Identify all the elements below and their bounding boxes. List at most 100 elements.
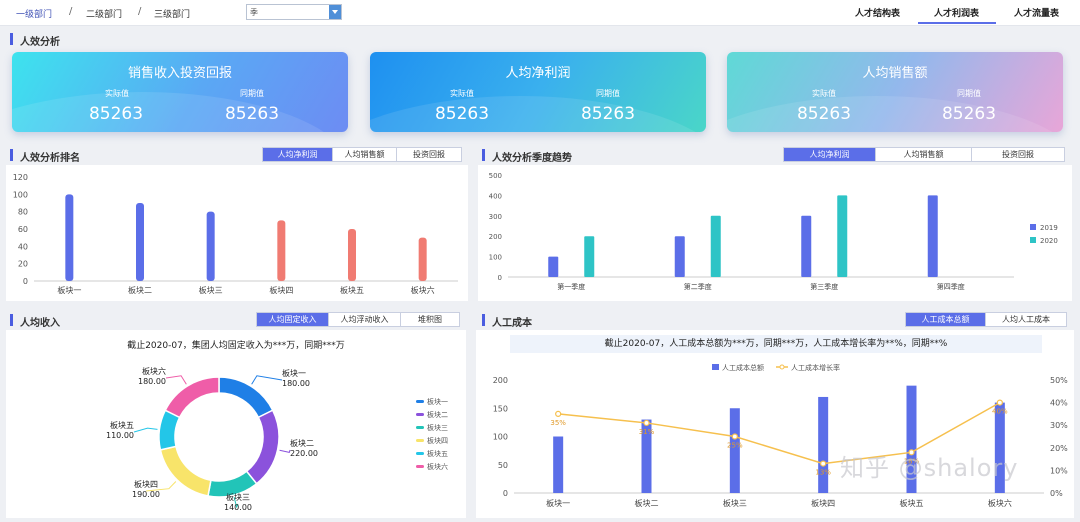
kpi-compare-value: 85263 (224, 104, 280, 124)
kpi-card-sales-per-capita: 人均销售额 实际值 同期值 85263 85263 (727, 52, 1063, 132)
trend-tab-group: 人均净利润 人均销售额 投资回报 (783, 147, 1065, 162)
income-tab-stacked[interactable]: 堆积图 (401, 313, 459, 326)
bar-2019 (801, 215, 812, 277)
ranking-chart-panel: 0 20 40 60 80 100 120 板块一 板块二 板块三 板块四 板块五 板块六 (6, 165, 468, 301)
legend-swatch (416, 465, 424, 468)
label-leader-line (165, 375, 187, 385)
active-tab-indicator (918, 22, 996, 24)
y2-tick-label: 0% (1050, 489, 1063, 498)
labor-tab-total[interactable]: 人工成本总额 (906, 313, 986, 326)
section-title-ranking: 人效分析排名 (10, 149, 80, 164)
bar-2020 (710, 215, 721, 277)
income-tab-fixed[interactable]: 人均固定收入 (257, 313, 329, 326)
bar (418, 237, 427, 281)
tab-talent-profit[interactable]: 人才利润表 (934, 6, 979, 19)
tab-talent-structure[interactable]: 人才结构表 (855, 6, 900, 19)
income-donut-chart: 板块一180.00板块二220.00板块三140.00板块四190.00板块五1… (106, 366, 448, 512)
slice-value-label: 180.00 (282, 379, 310, 388)
bar (277, 220, 286, 281)
label-leader-line (133, 427, 158, 433)
bar-2019 (548, 256, 559, 277)
line-data-label: 25% (727, 442, 743, 450)
kpi-card-sales-roi: 销售收入投资回报 实际值 同期值 85263 85263 (12, 52, 348, 132)
labor-tab-per-capita[interactable]: 人均人工成本 (986, 313, 1066, 326)
legend-label: 2019 (1040, 224, 1058, 232)
ranking-bar-chart: 0 20 40 60 80 100 120 板块一 板块二 板块三 板块四 板块五 板块六 (13, 173, 458, 295)
kpi-actual-label: 实际值 (450, 89, 474, 98)
line-point (731, 433, 738, 440)
legend-label: 人工成本总额 (722, 363, 764, 372)
legend-swatch (416, 439, 424, 442)
y2-tick-label: 50% (1050, 376, 1068, 385)
breadcrumb-separator: / (69, 6, 73, 17)
x-tick-label: 板块六 (988, 498, 1012, 508)
income-tab-floating[interactable]: 人均浮动收入 (329, 313, 401, 326)
label-leader-line (251, 375, 283, 385)
ranking-tab-sales[interactable]: 人均销售额 (333, 148, 397, 161)
bar (206, 211, 215, 281)
period-select[interactable]: 季 (246, 4, 342, 20)
line-data-label: 40% (992, 408, 1008, 416)
y-tick-label: 100 (489, 254, 502, 262)
trend-tab-sales[interactable]: 人均销售额 (876, 148, 972, 161)
kpi-card-title: 人均销售额 (862, 66, 928, 81)
x-tick-label: 第一季度 (557, 282, 585, 291)
legend-label: 板块一 (427, 397, 448, 406)
bar (65, 194, 74, 281)
kpi-actual-value: 85263 (796, 104, 852, 124)
legend-line-marker (779, 364, 785, 370)
tab-talent-flow[interactable]: 人才流量表 (1014, 6, 1059, 19)
y-tick-label: 100 (13, 190, 28, 199)
chevron-down-icon[interactable] (329, 5, 341, 19)
section-title-income: 人均收入 (10, 314, 60, 329)
legend-swatch (416, 400, 424, 403)
kpi-card-title: 销售收入投资回报 (127, 66, 232, 81)
y2-tick-label: 40% (1050, 399, 1068, 408)
ranking-tab-net-profit[interactable]: 人均净利润 (263, 148, 333, 161)
line-point (643, 419, 650, 427)
bar (729, 408, 740, 493)
y-tick-label: 200 (489, 233, 502, 241)
x-tick-label: 板块六 (411, 285, 435, 295)
bar (136, 203, 144, 281)
income-tab-group: 人均固定收入 人均浮动收入 堆积图 (256, 312, 460, 327)
kpi-compare-label: 同期值 (596, 89, 620, 98)
labor-note: 截止2020-07，人工成本总额为***万，同期***万，人工成本增长率为**%… (510, 335, 1042, 353)
x-tick-label: 第三季度 (810, 282, 838, 291)
line-point (555, 410, 562, 418)
kpi-card-title: 人均净利润 (505, 66, 571, 81)
breadcrumb-level-3[interactable]: 三级部门 (154, 7, 190, 20)
trend-tab-net-profit[interactable]: 人均净利润 (784, 148, 876, 161)
y-tick-label: 40 (18, 242, 28, 251)
trend-tab-roi[interactable]: 投资回报 (972, 148, 1064, 161)
watermark: 知乎 @shalory (840, 454, 1019, 482)
y-tick-label: 80 (18, 208, 28, 217)
y2-tick-label: 10% (1050, 466, 1068, 475)
breadcrumb-level-2[interactable]: 二级部门 (86, 7, 122, 20)
kpi-actual-label: 实际值 (105, 89, 129, 98)
line-data-label: 13% (815, 469, 831, 477)
kpi-actual-label: 实际值 (812, 89, 836, 98)
bar-2019 (927, 195, 938, 277)
donut-slice (164, 376, 220, 419)
slice-value-label: 180.00 (138, 377, 166, 386)
section-title-efficiency: 人效分析 (10, 33, 60, 48)
bar (553, 436, 564, 493)
income-note: 截止2020-07，集团人均固定收入为***万，同期***万 (127, 341, 345, 351)
kpi-compare-label: 同期值 (240, 89, 264, 98)
y-tick-label: 20 (18, 260, 28, 269)
y-tick-label: 0 (498, 274, 502, 282)
legend-label: 板块二 (427, 410, 448, 419)
trend-bar-chart: 0 100 200 300 400 500 第一季度 第二季度 第三季度 第四季度 2019 2020 (489, 172, 1058, 291)
legend-swatch (416, 452, 424, 455)
ranking-tab-group: 人均净利润 人均销售额 投资回报 (262, 147, 462, 162)
legend-swatch (1030, 224, 1036, 230)
card-decoration (12, 92, 348, 132)
y-tick-label: 300 (489, 213, 502, 221)
line-point (820, 460, 827, 467)
y-tick-label: 50 (498, 461, 508, 470)
breadcrumb-level-1[interactable]: 一级部门 (16, 7, 52, 20)
ranking-tab-roi[interactable]: 投资回报 (397, 148, 461, 161)
slice-name-label: 板块一 (282, 368, 306, 378)
x-tick-label: 板块四 (269, 285, 293, 295)
